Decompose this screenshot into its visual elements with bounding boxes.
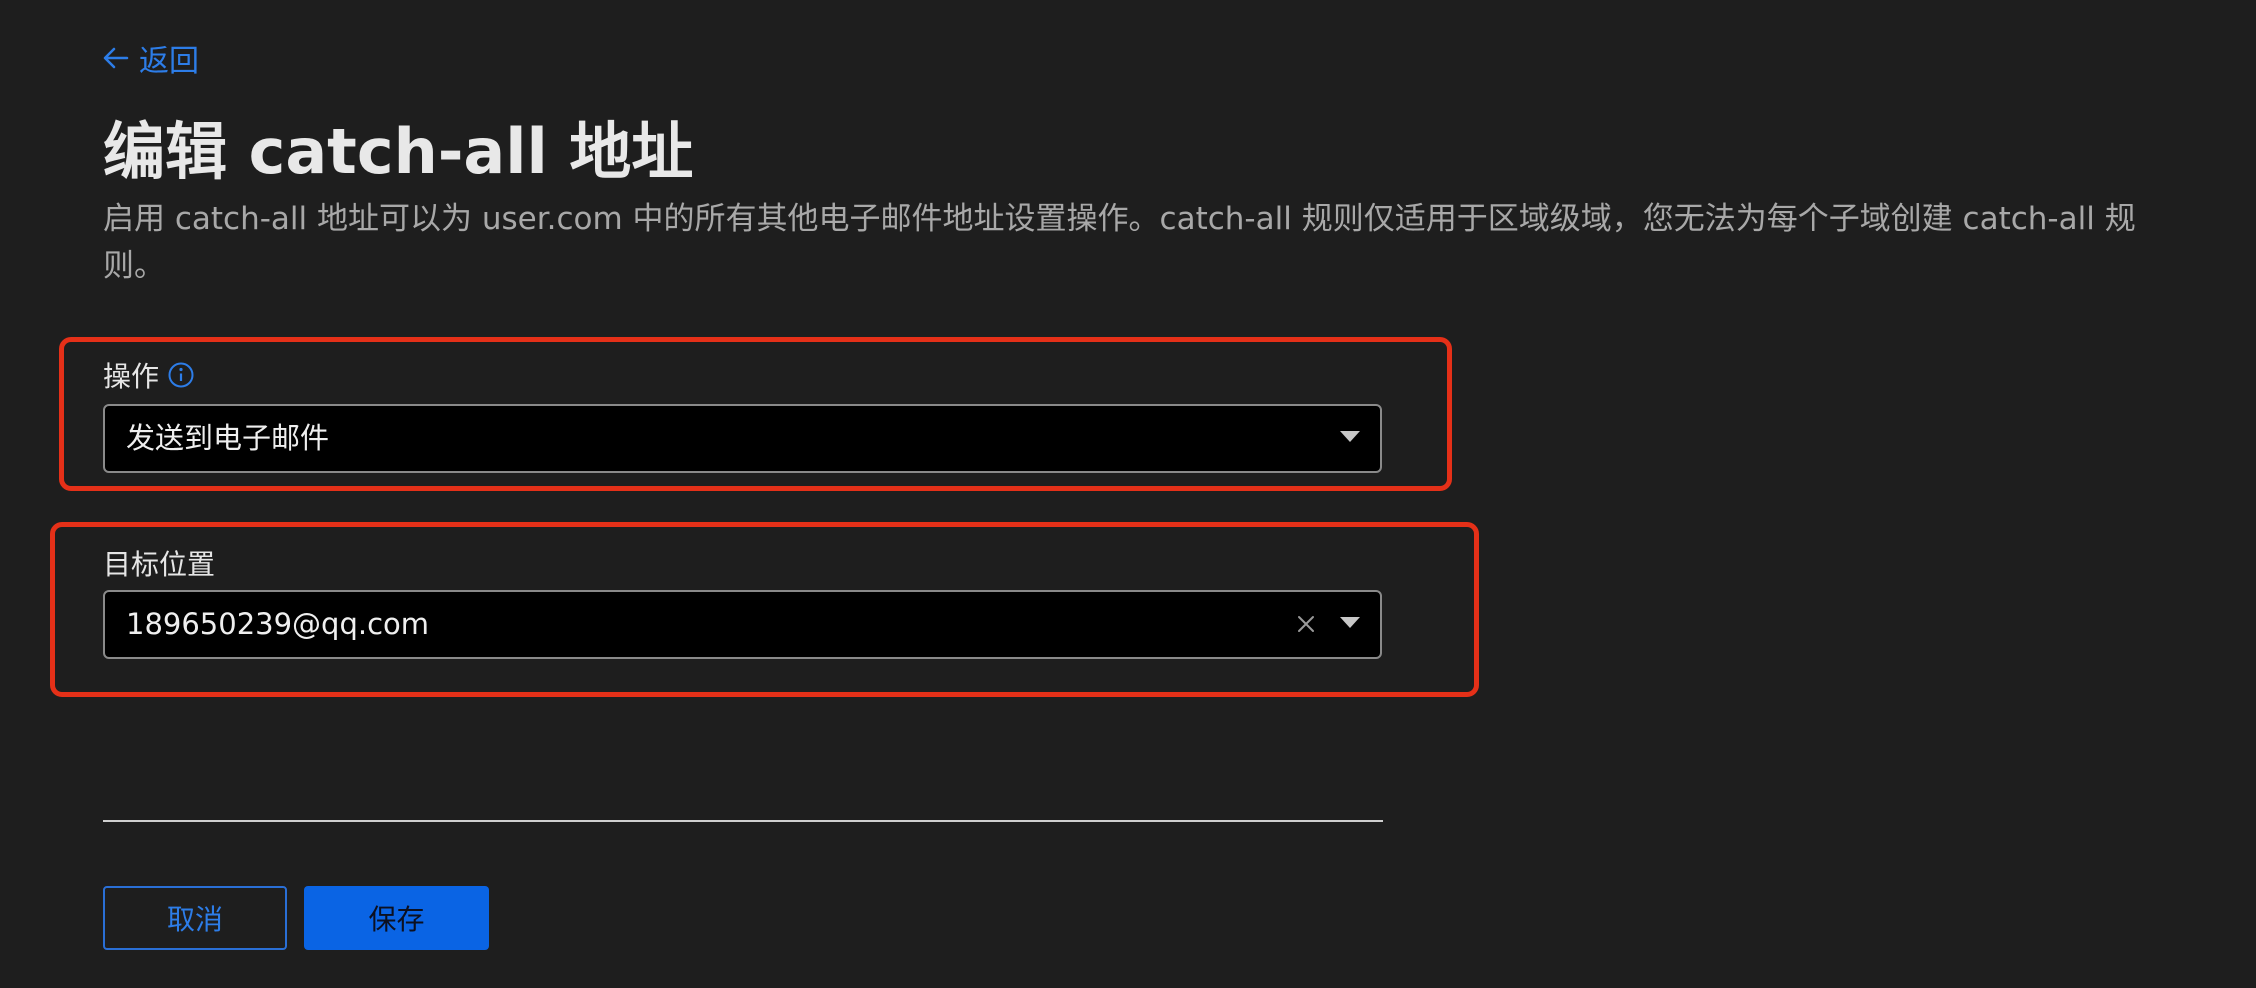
destination-field-label: 目标位置 xyxy=(103,543,215,583)
caret-down-icon[interactable] xyxy=(1340,617,1360,628)
action-select-value: 发送到电子邮件 xyxy=(126,421,330,455)
page-description: 启用 catch-all 地址可以为 user.com 中的所有其他电子邮件地址… xyxy=(103,201,2136,284)
action-label-text: 操作 xyxy=(103,360,160,393)
back-link[interactable]: 返回 xyxy=(103,36,199,80)
cancel-button[interactable]: 取消 xyxy=(103,886,287,950)
save-button[interactable]: 保存 xyxy=(304,886,489,950)
destination-select-value: 189650239@qq.com xyxy=(126,607,430,641)
caret-down-icon[interactable] xyxy=(1340,431,1360,442)
destination-select[interactable]: 189650239@qq.com xyxy=(103,590,1382,659)
info-icon[interactable] xyxy=(167,361,195,389)
action-select[interactable]: 发送到电子邮件 xyxy=(103,404,1382,473)
close-icon[interactable] xyxy=(1296,614,1316,634)
form-divider xyxy=(103,820,1383,822)
destination-label-text: 目标位置 xyxy=(103,548,216,581)
action-field-label: 操作 xyxy=(103,355,195,395)
back-link-label: 返回 xyxy=(139,44,199,79)
page-title: 编辑 catch-all 地址 xyxy=(103,115,694,188)
arrow-left-icon xyxy=(103,46,129,70)
